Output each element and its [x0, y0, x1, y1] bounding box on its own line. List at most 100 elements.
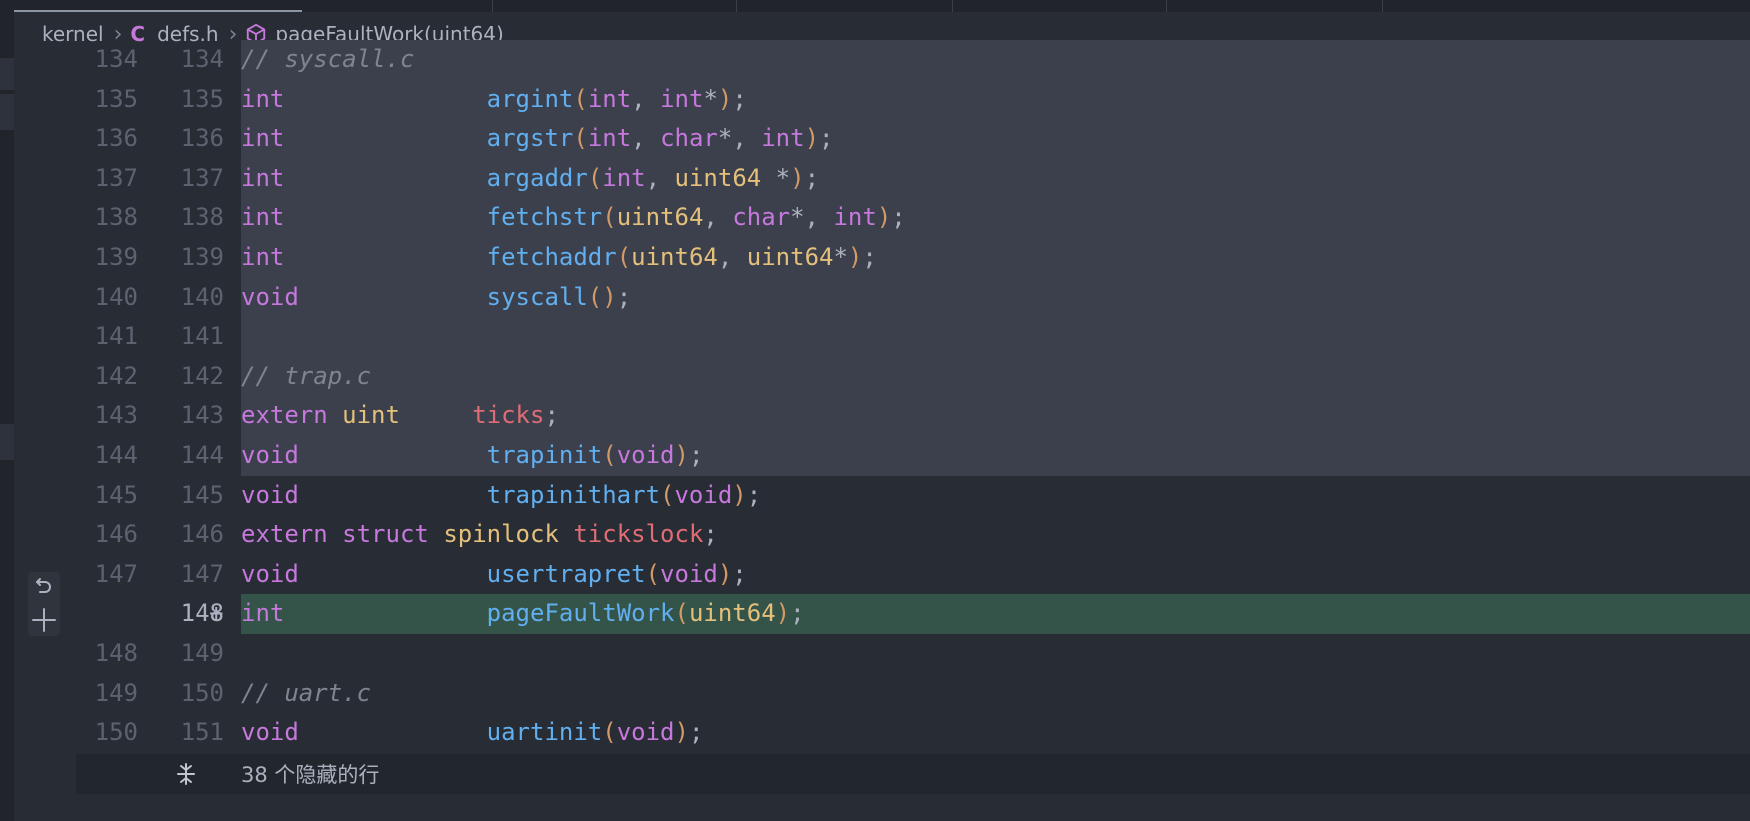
line-code[interactable]: // trap.c: [241, 357, 371, 397]
code-token: trapinit: [486, 441, 603, 469]
original-line-number: 141: [94, 322, 138, 351]
line-code[interactable]: extern uint ticks;: [241, 396, 559, 436]
code-line[interactable]: 138 138 int fetchstr(uint64, char*, int);: [14, 198, 1750, 238]
tab-separator: [1382, 0, 1383, 12]
unfold-icon[interactable]: [174, 762, 198, 786]
line-code[interactable]: int argstr(int, char*, int);: [241, 119, 834, 159]
editor-tab-strip: [0, 0, 1750, 12]
code-token: (: [616, 243, 632, 271]
code-token: spinlock: [443, 520, 559, 549]
line-background: [241, 674, 1750, 714]
code-token: ;: [746, 480, 762, 509]
revert-icon[interactable]: [28, 572, 60, 604]
modified-line-number: 146: [180, 520, 224, 549]
added-line-marker: +: [209, 599, 224, 628]
line-code[interactable]: void trapinithart(void);: [241, 476, 761, 516]
code-line[interactable]: 136 136 int argstr(int, char*, int);: [14, 119, 1750, 159]
code-line[interactable]: 135 135 int argint(int, int*);: [14, 79, 1750, 120]
code-token: pageFaultWork: [486, 599, 675, 628]
code-token: uartinit: [486, 718, 603, 747]
code-token: void: [660, 559, 718, 588]
code-token: ): [674, 441, 689, 469]
code-line[interactable]: 150 151 void uartinit(void);: [14, 713, 1750, 753]
code-token: ;: [688, 441, 704, 469]
code-token: // trap.c: [241, 361, 372, 390]
line-code[interactable]: int pageFaultWork(uint64);: [241, 594, 805, 634]
original-line-number: 137: [94, 163, 138, 192]
line-code[interactable]: void trapinit(void);: [241, 436, 703, 476]
line-code[interactable]: // syscall.c: [241, 40, 414, 80]
original-line-number: 147: [94, 559, 138, 588]
tab-separator: [1166, 0, 1167, 12]
code-token: ;: [819, 124, 834, 153]
code-line[interactable]: 141 141: [14, 317, 1750, 357]
original-line-number: 146: [94, 520, 138, 549]
code-line[interactable]: 143 143 extern uint ticks;: [14, 396, 1750, 436]
code-line[interactable]: 140 140 void syscall();: [14, 277, 1750, 318]
code-line[interactable]: 146 146 extern struct spinlock tickslock;: [14, 515, 1750, 555]
code-line[interactable]: 149 150 // uart.c: [14, 674, 1750, 714]
code-token: void: [616, 441, 675, 469]
hidden-lines-label: 38 个隐藏的行: [241, 763, 380, 787]
code-token: int: [602, 163, 646, 192]
code-token: ): [804, 124, 820, 153]
code-line[interactable]: 142 142 // trap.c: [14, 356, 1750, 397]
line-background: [241, 356, 1750, 397]
original-line-number: 140: [94, 282, 138, 311]
line-code[interactable]: int fetchstr(uint64, char*, int);: [241, 198, 906, 238]
overview-gutter: [0, 0, 14, 821]
tab-separator: [952, 0, 953, 12]
modified-line-number: 136: [180, 124, 224, 153]
modified-line-number: 149: [180, 639, 224, 667]
code-line[interactable]: 139 139 int fetchaddr(uint64, uint64*);: [14, 238, 1750, 278]
line-code[interactable]: void uartinit(void);: [241, 713, 703, 753]
code-line[interactable]: 148 149: [14, 634, 1750, 674]
code-token: extern: [241, 401, 328, 430]
code-line[interactable]: 147 147 void usertrapret(void);: [14, 555, 1750, 595]
added-code-line[interactable]: 148 + int pageFaultWork(uint64);: [14, 594, 1750, 634]
code-token: int: [833, 203, 877, 232]
diff-editor[interactable]: 134 134 // syscall.c 135 135 int argint(int, …: [14, 40, 1750, 821]
line-code[interactable]: int argint(int, int*);: [241, 80, 747, 120]
code-token: void: [241, 282, 299, 311]
code-token: char: [732, 203, 791, 232]
code-token: // syscall.c: [241, 45, 415, 73]
line-code[interactable]: void syscall();: [241, 278, 631, 318]
code-token: int: [587, 124, 632, 153]
modified-line-number: 137: [180, 163, 224, 192]
original-line-number: 135: [94, 84, 138, 113]
hidden-lines-bar[interactable]: 38 个隐藏的行: [76, 754, 1750, 794]
code-token: ;: [862, 243, 877, 271]
original-line-number: 143: [94, 401, 138, 430]
line-code[interactable]: // uart.c: [241, 674, 371, 714]
code-line[interactable]: 134 134 // syscall.c: [14, 40, 1750, 80]
code-token: int: [241, 84, 285, 113]
code-token: uint64: [631, 243, 718, 271]
line-code[interactable]: int argaddr(int, uint64 *);: [241, 159, 819, 199]
modified-line-number: 135: [180, 84, 224, 113]
code-line[interactable]: 145 145 void trapinithart(void);: [14, 476, 1750, 516]
line-code[interactable]: void usertrapret(void);: [241, 555, 747, 595]
code-token: ): [876, 203, 892, 232]
code-line[interactable]: 137 137 int argaddr(int, uint64 *);: [14, 158, 1750, 199]
code-token: (: [645, 559, 661, 588]
code-token: ;: [732, 559, 747, 588]
code-line[interactable]: 144 144 void trapinit(void);: [14, 436, 1750, 476]
code-token: ): [847, 243, 863, 271]
modified-line-number: 134: [180, 45, 224, 73]
code-token: ;: [544, 401, 559, 430]
code-token: (): [587, 282, 617, 311]
plus-icon[interactable]: [28, 604, 60, 636]
original-line-number: 144: [94, 441, 138, 469]
gutter-marker: [0, 424, 14, 460]
line-code[interactable]: int fetchaddr(uint64, uint64*);: [241, 238, 877, 278]
line-code[interactable]: extern struct spinlock tickslock;: [241, 515, 718, 555]
modified-line-number: 138: [180, 203, 224, 232]
